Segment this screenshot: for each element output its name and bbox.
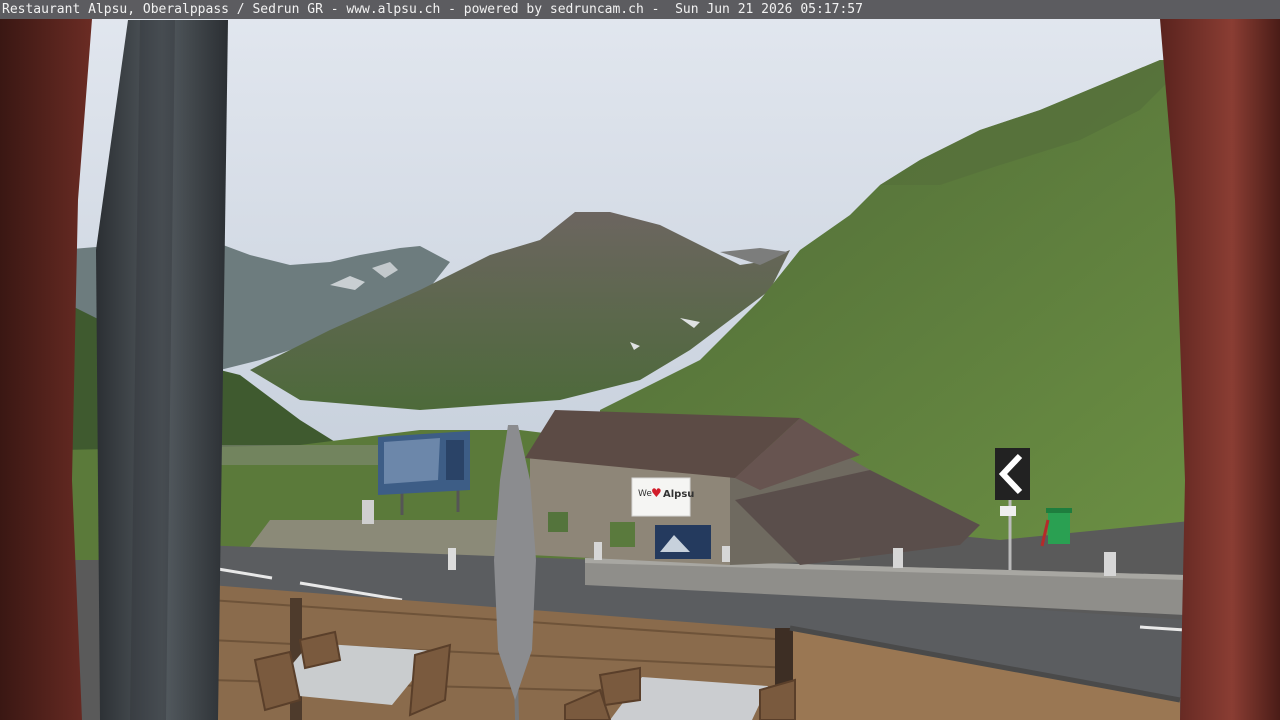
webcam-image: We ♥ Alpsu [0, 0, 1280, 720]
heart-icon: ♥ [651, 486, 662, 500]
webcam-caption: Restaurant Alpsu, Oberalppass / Sedrun G… [0, 0, 1280, 19]
hut-sign-text: Alpsu [663, 489, 694, 500]
hut-poster [655, 525, 711, 559]
webcam-view: We ♥ Alpsu [0, 0, 1280, 720]
